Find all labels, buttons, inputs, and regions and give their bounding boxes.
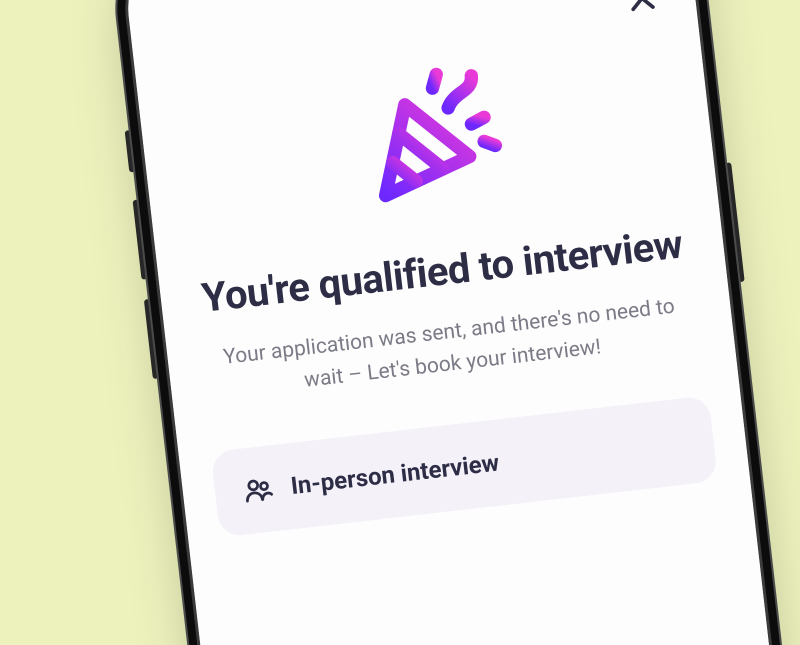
- people-icon: [242, 473, 275, 506]
- stage: 9:41: [0, 0, 800, 645]
- close-button[interactable]: [623, 0, 661, 17]
- status-bar: 9:41: [123, 0, 689, 8]
- interview-option-title: In-person interview: [289, 449, 500, 501]
- power-button: [725, 162, 745, 282]
- celebration-icon: [338, 46, 515, 223]
- screen: 9:41: [120, 0, 800, 645]
- interview-option-card[interactable]: In-person interview: [211, 395, 719, 537]
- volume-up: [133, 200, 148, 280]
- phone-frame: 9:41: [120, 0, 800, 645]
- volume-switch: [125, 130, 136, 172]
- volume-down: [144, 299, 159, 379]
- close-icon: [623, 0, 661, 17]
